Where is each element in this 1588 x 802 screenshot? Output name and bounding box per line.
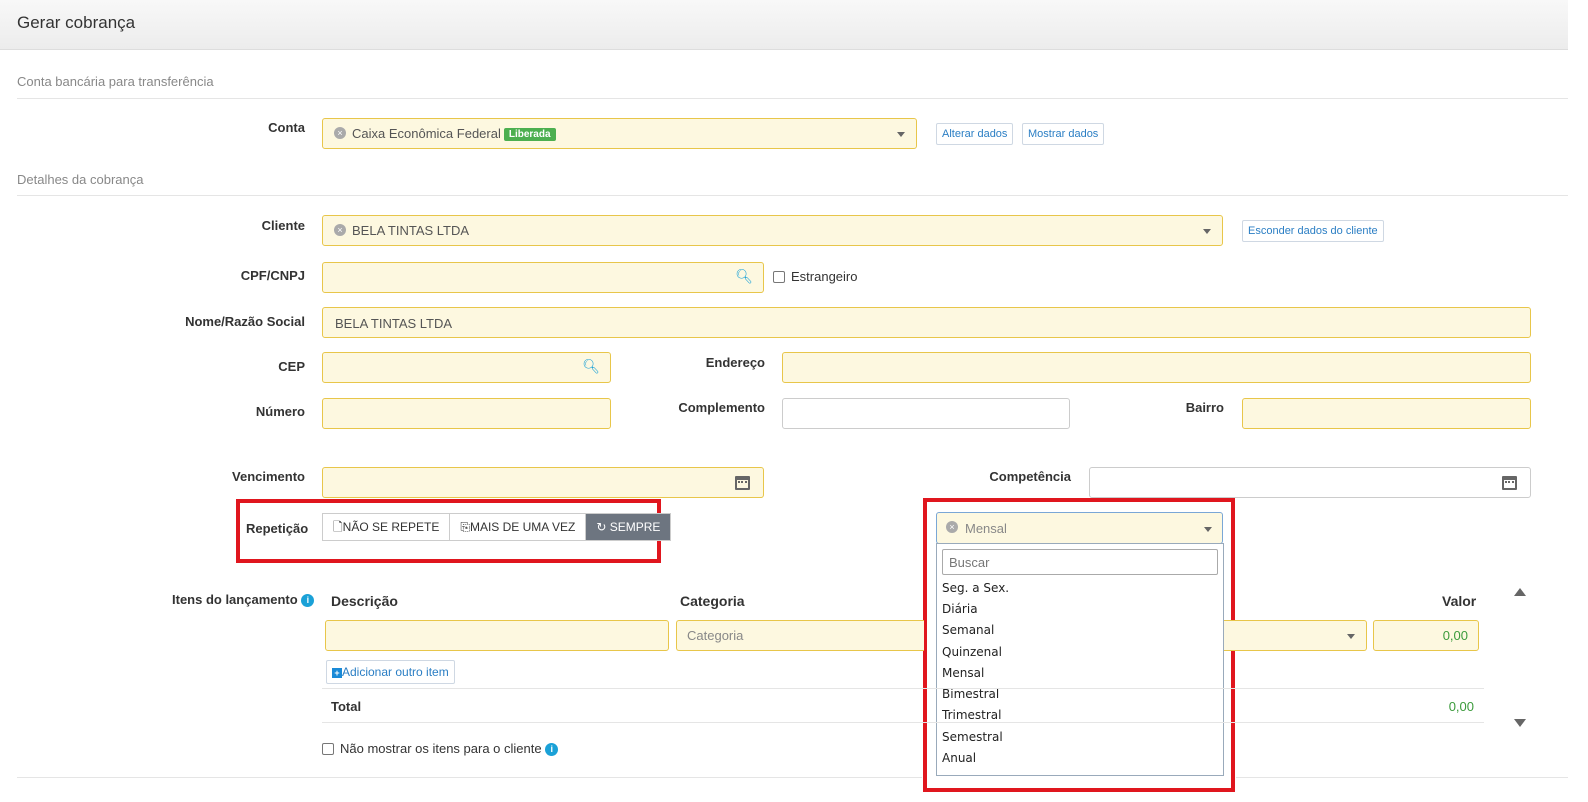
scroll-up-icon[interactable] xyxy=(1514,588,1526,596)
total-value: 0,00 xyxy=(1448,699,1474,714)
conta-label: Conta xyxy=(268,120,305,135)
frequencia-dropdown: Buscar Seg. a Sex. Diária Semanal Quinze… xyxy=(936,543,1224,776)
nao-mostrar-itens-label: Não mostrar os itens para o cliente i xyxy=(340,741,559,756)
esconder-dados-cliente-button[interactable]: Esconder dados do cliente xyxy=(1242,220,1384,242)
clear-icon[interactable]: × xyxy=(334,127,346,139)
sempre-button[interactable]: ↻ SEMPRE xyxy=(586,514,671,540)
search-icon[interactable]: 🔍︎ xyxy=(735,268,753,285)
section-title-bank: Conta bancária para transferência xyxy=(17,74,214,89)
option-trimestral[interactable]: Trimestral xyxy=(942,708,1001,722)
repeticao-label: Repetição xyxy=(246,521,309,536)
col-categoria: Categoria xyxy=(680,593,745,609)
scroll-down-icon[interactable] xyxy=(1514,719,1526,727)
frequencia-select[interactable]: × Mensal xyxy=(936,512,1223,544)
divider xyxy=(17,195,1568,196)
divider xyxy=(17,98,1568,99)
chevron-down-icon xyxy=(897,132,905,137)
calendar-icon[interactable] xyxy=(1502,476,1517,490)
bairro-label: Bairro xyxy=(1185,400,1224,415)
calendar-icon[interactable] xyxy=(735,476,750,490)
bairro-input[interactable] xyxy=(1242,398,1531,429)
page-header: Gerar cobrança xyxy=(0,0,1568,50)
frequencia-search-input[interactable]: Buscar xyxy=(942,549,1218,575)
col-valor: Valor xyxy=(1442,593,1477,609)
divider xyxy=(322,722,1484,723)
item-categoria-select[interactable]: Categoria xyxy=(676,620,924,651)
competencia-input[interactable] xyxy=(1089,467,1531,498)
competencia-label: Competência xyxy=(989,469,1071,484)
conta-value: Caixa Econômica Federal xyxy=(352,126,501,141)
clear-icon[interactable]: × xyxy=(946,521,958,533)
endereco-label: Endereço xyxy=(705,355,765,370)
plus-icon: + xyxy=(332,668,342,678)
complemento-label: Complemento xyxy=(678,400,765,415)
item-valor-input[interactable]: 0,00 xyxy=(1373,620,1479,651)
nome-input[interactable]: BELA TINTAS LTDA xyxy=(322,307,1531,338)
page-title: Gerar cobrança xyxy=(17,13,136,32)
info-icon[interactable]: i xyxy=(301,594,315,607)
divider xyxy=(17,777,922,778)
divider xyxy=(322,688,1484,689)
adicionar-item-button[interactable]: + Adicionar outro item xyxy=(326,660,455,684)
cpf-label: CPF/CNPJ xyxy=(240,268,305,283)
total-label: Total xyxy=(331,699,362,714)
vencimento-label: Vencimento xyxy=(232,469,305,484)
option-mensal[interactable]: Mensal xyxy=(942,666,984,680)
estrangeiro-checkbox[interactable] xyxy=(773,271,785,283)
cliente-label: Cliente xyxy=(261,218,305,233)
endereco-input[interactable] xyxy=(782,352,1531,383)
chevron-down-icon xyxy=(1203,229,1211,234)
chevron-down-icon xyxy=(1347,634,1355,639)
nao-mostrar-itens-checkbox[interactable] xyxy=(322,743,334,755)
chevron-down-icon xyxy=(1204,527,1212,532)
itens-label: Itens do lançamento i xyxy=(172,592,315,607)
section-title-details: Detalhes da cobrança xyxy=(17,172,144,187)
info-icon[interactable]: i xyxy=(545,743,559,756)
option-anual[interactable]: Anual xyxy=(942,751,976,765)
vencimento-input[interactable] xyxy=(322,467,764,498)
option-bimestral[interactable]: Bimestral xyxy=(942,687,999,701)
option-semestral[interactable]: Semestral xyxy=(942,730,1003,744)
cep-label: CEP xyxy=(278,359,305,374)
conta-select[interactable]: × Caixa Econômica Federal Liberada xyxy=(322,118,917,149)
cliente-select[interactable]: × BELA TINTAS LTDA xyxy=(322,215,1223,246)
col-descricao: Descrição xyxy=(331,593,398,609)
divider xyxy=(1236,777,1568,778)
cpf-input[interactable]: 🔍︎ xyxy=(322,262,764,293)
item-descricao-input[interactable] xyxy=(325,620,669,651)
estrangeiro-label: Estrangeiro xyxy=(791,269,858,284)
nome-value: BELA TINTAS LTDA xyxy=(335,316,453,331)
repeticao-toggle-group: 🗋︎NÃO SE REPETE ⎘︎MAIS DE UMA VEZ ↻ SEMP… xyxy=(322,513,672,541)
mostrar-dados-button[interactable]: Mostrar dados xyxy=(1022,123,1105,145)
clear-icon[interactable]: × xyxy=(334,224,346,236)
numero-label: Número xyxy=(255,404,305,419)
option-diaria[interactable]: Diária xyxy=(942,602,978,616)
status-badge: Liberada xyxy=(503,128,556,141)
option-semanal[interactable]: Semanal xyxy=(942,623,994,637)
frequencia-value: Mensal xyxy=(965,521,1007,536)
alterar-dados-button[interactable]: Alterar dados xyxy=(936,123,1014,145)
option-quinzenal[interactable]: Quinzenal xyxy=(942,645,1002,659)
option-seg-a-sex[interactable]: Seg. a Sex. xyxy=(942,581,1009,595)
nome-label: Nome/Razão Social xyxy=(185,314,305,329)
mais-de-uma-vez-button[interactable]: ⎘︎MAIS DE UMA VEZ xyxy=(450,514,587,540)
item-categoria-select-end[interactable] xyxy=(1224,620,1367,651)
cliente-value: BELA TINTAS LTDA xyxy=(352,223,470,238)
nao-se-repete-button[interactable]: 🗋︎NÃO SE REPETE xyxy=(323,514,451,540)
